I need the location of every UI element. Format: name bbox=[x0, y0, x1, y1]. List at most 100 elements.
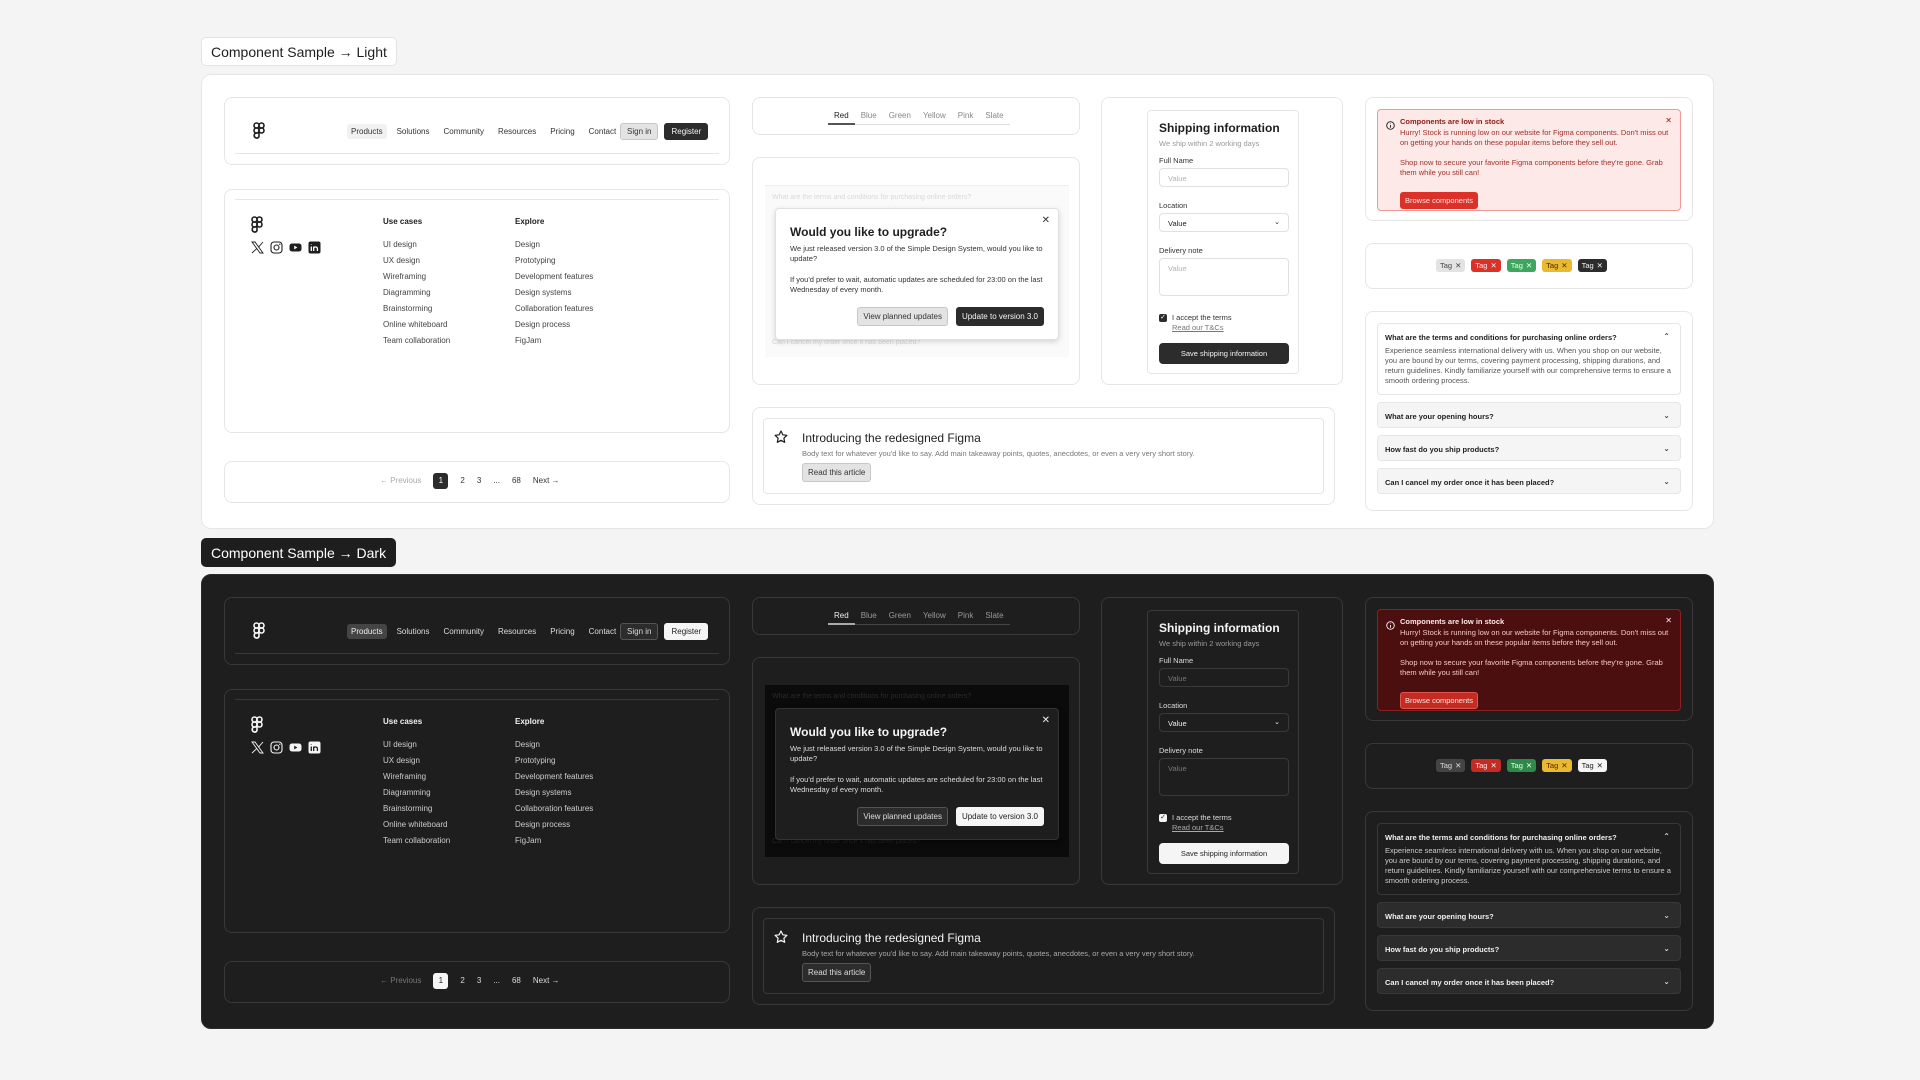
youtube-icon[interactable] bbox=[289, 741, 302, 759]
remove-tag-icon[interactable]: ✕ bbox=[1561, 261, 1567, 270]
tab-yellow[interactable]: Yellow bbox=[916, 111, 952, 125]
figma-logo-icon[interactable] bbox=[251, 716, 263, 739]
footer-link[interactable]: Online whiteboard bbox=[383, 820, 450, 829]
x-icon[interactable] bbox=[251, 741, 264, 759]
view-planned-updates-button[interactable]: View planned updates bbox=[857, 807, 948, 826]
nav-item-products[interactable]: Products bbox=[347, 124, 387, 139]
terms-link[interactable]: Read our T&Cs bbox=[1172, 823, 1224, 832]
save-shipping-button[interactable]: Save shipping information bbox=[1159, 343, 1289, 364]
page-button[interactable]: 68 bbox=[512, 973, 521, 989]
accordion-item[interactable]: What are your opening hours? ⌄ bbox=[1377, 902, 1681, 928]
remove-tag-icon[interactable]: ✕ bbox=[1490, 761, 1496, 770]
footer-link[interactable]: Brainstorming bbox=[383, 304, 450, 313]
location-select[interactable]: Value ⌄ bbox=[1159, 213, 1289, 232]
x-icon[interactable] bbox=[251, 241, 264, 259]
figma-logo-icon[interactable] bbox=[251, 216, 263, 239]
nav-item-contact[interactable]: Contact bbox=[585, 624, 621, 639]
tab-pink[interactable]: Pink bbox=[951, 111, 980, 125]
terms-checkbox[interactable]: ✓ bbox=[1159, 814, 1167, 822]
browse-components-button[interactable]: Browse components bbox=[1400, 192, 1478, 209]
footer-link[interactable]: Diagramming bbox=[383, 788, 450, 797]
footer-link[interactable]: Collaboration features bbox=[515, 304, 593, 313]
footer-link[interactable]: FigJam bbox=[515, 336, 593, 345]
nav-item-solutions[interactable]: Solutions bbox=[393, 124, 434, 139]
footer-link[interactable]: Wireframing bbox=[383, 772, 450, 781]
footer-link[interactable]: Brainstorming bbox=[383, 804, 450, 813]
full-name-input[interactable]: Value bbox=[1159, 168, 1289, 187]
sign-in-button[interactable]: Sign in bbox=[620, 623, 659, 640]
close-icon[interactable]: ✕ bbox=[1042, 215, 1050, 226]
delivery-note-textarea[interactable]: Value bbox=[1159, 758, 1289, 796]
tab-slate[interactable]: Slate bbox=[979, 111, 1010, 125]
close-icon[interactable]: ✕ bbox=[1665, 616, 1672, 625]
accordion-item-open[interactable]: What are the terms and conditions for pu… bbox=[1377, 823, 1681, 895]
footer-link[interactable]: Diagramming bbox=[383, 288, 450, 297]
terms-link[interactable]: Read our T&Cs bbox=[1172, 323, 1224, 332]
register-button[interactable]: Register bbox=[664, 623, 709, 640]
next-page-button[interactable]: Next → bbox=[533, 973, 560, 989]
footer-link[interactable]: Prototyping bbox=[515, 256, 593, 265]
nav-item-contact[interactable]: Contact bbox=[585, 124, 621, 139]
page-button[interactable]: 2 bbox=[460, 973, 464, 989]
remove-tag-icon[interactable]: ✕ bbox=[1526, 761, 1532, 770]
tab-green[interactable]: Green bbox=[882, 111, 917, 125]
instagram-icon[interactable] bbox=[270, 241, 283, 259]
nav-item-products[interactable]: Products bbox=[347, 624, 387, 639]
close-icon[interactable]: ✕ bbox=[1665, 116, 1672, 125]
footer-link[interactable]: UI design bbox=[383, 240, 450, 249]
accordion-item[interactable]: Can I cancel my order once it has been p… bbox=[1377, 468, 1681, 494]
footer-link[interactable]: Prototyping bbox=[515, 756, 593, 765]
read-article-button[interactable]: Read this article bbox=[802, 463, 872, 482]
nav-item-resources[interactable]: Resources bbox=[494, 624, 540, 639]
tab-red[interactable]: Red bbox=[828, 611, 855, 625]
linkedin-icon[interactable] bbox=[308, 241, 321, 259]
footer-link[interactable]: Team collaboration bbox=[383, 836, 450, 845]
nav-item-pricing[interactable]: Pricing bbox=[546, 124, 578, 139]
remove-tag-icon[interactable]: ✕ bbox=[1561, 761, 1567, 770]
close-icon[interactable]: ✕ bbox=[1042, 715, 1050, 726]
tab-blue[interactable]: Blue bbox=[854, 611, 883, 625]
footer-link[interactable]: Collaboration features bbox=[515, 804, 593, 813]
footer-link[interactable]: Design systems bbox=[515, 788, 593, 797]
nav-item-pricing[interactable]: Pricing bbox=[546, 624, 578, 639]
accordion-item-open[interactable]: What are the terms and conditions for pu… bbox=[1377, 323, 1681, 395]
page-button[interactable]: 2 bbox=[460, 473, 464, 489]
page-button-current[interactable]: 1 bbox=[433, 473, 449, 489]
tab-red[interactable]: Red bbox=[828, 111, 855, 125]
footer-link[interactable]: Team collaboration bbox=[383, 336, 450, 345]
browse-components-button[interactable]: Browse components bbox=[1400, 692, 1478, 709]
instagram-icon[interactable] bbox=[270, 741, 283, 759]
footer-link[interactable]: Design systems bbox=[515, 288, 593, 297]
page-button-current[interactable]: 1 bbox=[433, 973, 449, 989]
remove-tag-icon[interactable]: ✕ bbox=[1597, 261, 1603, 270]
footer-link[interactable]: Design process bbox=[515, 820, 593, 829]
register-button[interactable]: Register bbox=[664, 123, 709, 140]
linkedin-icon[interactable] bbox=[308, 741, 321, 759]
figma-logo-icon[interactable] bbox=[253, 622, 265, 645]
tab-yellow[interactable]: Yellow bbox=[916, 611, 952, 625]
accordion-item[interactable]: How fast do you ship products? ⌄ bbox=[1377, 435, 1681, 461]
view-planned-updates-button[interactable]: View planned updates bbox=[857, 307, 948, 326]
footer-link[interactable]: UI design bbox=[383, 740, 450, 749]
full-name-input[interactable]: Value bbox=[1159, 668, 1289, 687]
accordion-item[interactable]: What are your opening hours? ⌄ bbox=[1377, 402, 1681, 428]
previous-page-button[interactable]: ← Previous bbox=[380, 473, 421, 489]
update-button[interactable]: Update to version 3.0 bbox=[955, 807, 1044, 826]
sign-in-button[interactable]: Sign in bbox=[620, 123, 659, 140]
terms-checkbox[interactable]: ✓ bbox=[1159, 314, 1167, 322]
accordion-item[interactable]: How fast do you ship products? ⌄ bbox=[1377, 935, 1681, 961]
footer-link[interactable]: UX design bbox=[383, 256, 450, 265]
footer-link[interactable]: Development features bbox=[515, 272, 593, 281]
nav-item-solutions[interactable]: Solutions bbox=[393, 624, 434, 639]
previous-page-button[interactable]: ← Previous bbox=[380, 973, 421, 989]
page-button[interactable]: 3 bbox=[477, 973, 481, 989]
page-button[interactable]: 3 bbox=[477, 473, 481, 489]
read-article-button[interactable]: Read this article bbox=[802, 963, 872, 982]
footer-link[interactable]: Online whiteboard bbox=[383, 320, 450, 329]
remove-tag-icon[interactable]: ✕ bbox=[1455, 761, 1461, 770]
remove-tag-icon[interactable]: ✕ bbox=[1597, 761, 1603, 770]
footer-link[interactable]: UX design bbox=[383, 756, 450, 765]
delivery-note-textarea[interactable]: Value bbox=[1159, 258, 1289, 296]
remove-tag-icon[interactable]: ✕ bbox=[1490, 261, 1496, 270]
nav-item-resources[interactable]: Resources bbox=[494, 124, 540, 139]
